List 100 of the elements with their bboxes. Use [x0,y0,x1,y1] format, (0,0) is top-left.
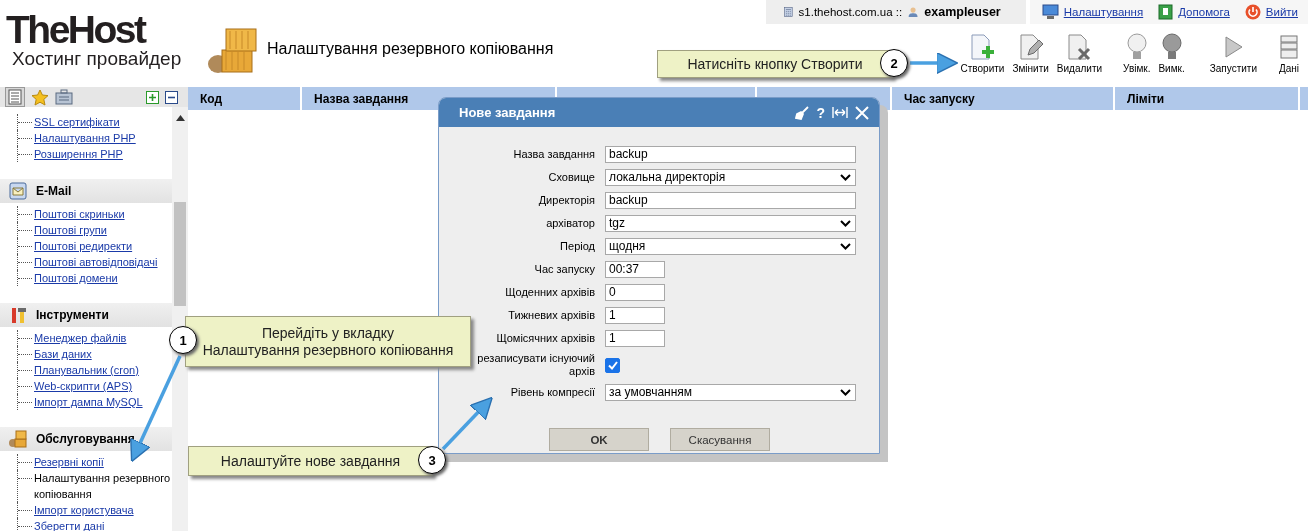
pointer-arrow [910,51,959,75]
select-field[interactable]: локальна директорія [605,168,856,186]
callout-text: Налаштуйте нове завдання [220,452,401,470]
field-label: Сховище [547,170,595,184]
callout-text: Перейдіть у вкладку Налаштування резервного копіювання [202,324,454,359]
field-label: архіватор [545,216,595,230]
pointer-arrow [441,396,493,451]
lightbulb-icon [1125,33,1148,61]
field-label: Щомісячних архівів [495,331,595,345]
sidebar-item[interactable]: SSL сертифікати [32,114,120,130]
logo-title: TheHost [6,12,146,48]
toolbar-button[interactable]: Запустити [1206,33,1260,74]
field-label: Тижневих архівів [507,308,595,322]
expand-all-icon[interactable] [146,90,159,104]
step-number: 2 [880,49,908,77]
cancel-button[interactable]: Скасування [670,428,770,451]
field-label: резаписувати існуючий архів [476,352,595,378]
chevron-icon [840,242,851,250]
play-icon [1222,33,1245,61]
close-icon[interactable] [855,105,869,120]
document-plus-icon [969,33,996,61]
text-field[interactable]: 1 [605,329,665,347]
list-icon [8,89,22,105]
broom-icon[interactable] [795,105,810,120]
sidebar-item[interactable]: Поштові скриньки [32,206,125,222]
tools-icon [9,306,27,324]
help-button[interactable]: ? [816,104,825,121]
select-field[interactable]: щодня [605,237,856,255]
sidebar-item[interactable]: Поштові групи [32,222,107,238]
column-header[interactable]: Час запуску [904,91,975,106]
envelope-icon [9,182,27,200]
briefcase-icon[interactable] [55,89,73,105]
scroll-thumb[interactable] [174,202,186,306]
section-header[interactable]: Обслуговування [0,427,172,451]
checkbox[interactable] [605,357,620,373]
list-view-button[interactable] [5,87,25,107]
field-label: Рівень компресії [509,385,595,399]
text-field[interactable]: backup [605,191,856,209]
dialog-title: Нове завдання [459,105,556,120]
user-name: exampleuser [924,5,1001,19]
page-title: Налаштування резервного копіювання [267,40,554,58]
sidebar-item[interactable]: Менеджер файлів [32,330,127,346]
field-label: Назва завдання [512,147,595,161]
field-label: Директорія [537,193,595,207]
chevron-icon [840,219,851,227]
column-header[interactable]: Назва завдання [314,91,409,106]
chevron-icon [840,173,851,181]
collapse-all-icon[interactable] [165,90,178,104]
text-field[interactable]: backup [605,145,856,163]
select-field[interactable]: tgz [605,214,856,232]
top-link[interactable]: Налаштування [1063,6,1144,18]
logo-subtitle: Хостинг провайдер [11,48,183,70]
document-pencil-icon [1017,33,1044,61]
sidebar-item[interactable]: Бази даних [32,346,92,362]
field-label: Щоденних архівів [504,285,595,299]
select-field[interactable]: за умовчанням [605,383,856,401]
callout-text: Натисніть кнопку Створити [687,55,863,73]
toolbar-button[interactable]: Дані [1275,33,1303,74]
stack-icon [1278,33,1300,61]
sidebar-item[interactable]: Поштові домени [32,270,118,286]
sidebar-item[interactable]: Поштові автовідповідачі [32,254,158,270]
crates-icon [9,430,27,448]
calculator-icon [783,4,793,20]
sidebar-item[interactable]: Web-скрипти (APS) [32,378,133,394]
chevron-icon [840,388,851,396]
field-label: Період [559,239,595,253]
document-cross-icon [1066,33,1093,61]
text-field[interactable]: 00:37 [605,260,665,278]
sidebar-item[interactable]: Поштові редиректи [32,238,133,254]
toolbar-button[interactable]: Увімк. [1120,33,1154,74]
sidebar-item[interactable]: Налаштування PHP [32,130,136,146]
power-icon [1244,4,1261,20]
field-label: Час запуску [533,262,595,276]
scroll-up-icon[interactable] [176,115,185,121]
section-header[interactable]: Інструменти [0,303,172,327]
column-header[interactable]: Ліміти [1127,91,1165,106]
lightbulb-icon [1160,33,1183,61]
sidebar-item[interactable]: Планувальник (cron) [32,362,139,378]
toolbar-button[interactable]: Видалити [1053,33,1106,74]
sidebar-item[interactable]: Імпорт користувача [32,502,134,518]
top-link[interactable]: Вийти [1265,6,1298,18]
monitor-icon [1041,4,1059,20]
ok-button[interactable]: OK [549,428,649,451]
toolbar-button[interactable]: Вимк. [1155,33,1188,74]
scrollbar[interactable] [172,107,188,531]
section-header[interactable]: E-Mail [0,179,172,203]
sidebar-item[interactable]: Розширення PHP [32,146,123,162]
resize-icon[interactable] [832,106,848,119]
text-field[interactable]: 0 [605,283,665,301]
column-header[interactable]: Код [200,91,223,106]
sidebar-item[interactable]: Налаштування резервного копіювання [32,470,172,502]
toolbar-button[interactable]: Змінити [1009,33,1052,74]
text-field[interactable]: 1 [605,306,665,324]
top-link[interactable]: Допомога [1178,6,1230,18]
star-icon[interactable] [31,88,49,106]
sidebar-item[interactable]: Резервні копії [32,454,104,470]
server-name: s1.thehost.com.ua :: [798,6,903,18]
sidebar-item[interactable]: Імпорт дампа MySQL [32,394,143,410]
help-book-icon [1158,4,1174,20]
toolbar-button[interactable]: Створити [957,33,1008,74]
